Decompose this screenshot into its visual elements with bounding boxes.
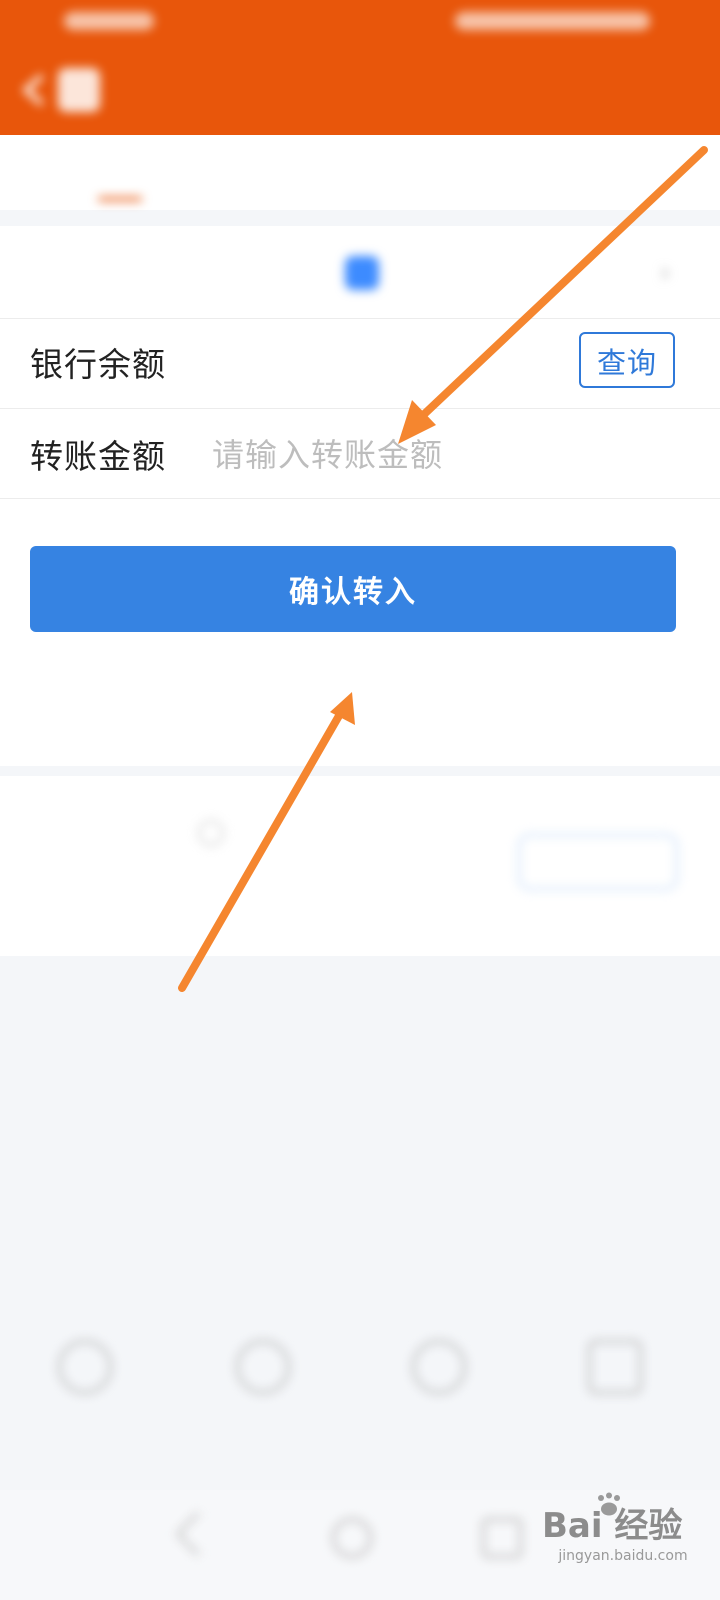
- tab-transfer-out[interactable]: [290, 153, 410, 193]
- nav-recent-icon[interactable]: [482, 1518, 522, 1558]
- transfer-out-row[interactable]: ›: [0, 226, 720, 319]
- app-logo-icon: [58, 68, 100, 112]
- page-title: [280, 52, 440, 86]
- shortcut-item[interactable]: [548, 1320, 688, 1460]
- active-tab-indicator: [98, 197, 142, 201]
- nav-home-icon[interactable]: [332, 1518, 372, 1558]
- transfer-amount-label: 转账金额: [30, 437, 166, 476]
- nav-back-icon[interactable]: [175, 1511, 221, 1557]
- transfer-amount-input[interactable]: [210, 426, 694, 484]
- query-balance-button[interactable]: 查询: [579, 332, 675, 388]
- page-subtitle: [310, 94, 410, 118]
- tab-transfer-in[interactable]: [60, 153, 180, 193]
- tab-query[interactable]: [530, 153, 650, 193]
- shortcut-bar: [0, 1320, 720, 1470]
- help-icon[interactable]: [198, 820, 224, 846]
- bank-balance-row: 银行余额 查询: [0, 318, 720, 409]
- shortcut-item[interactable]: [196, 1320, 336, 1460]
- back-arrow-icon[interactable]: [16, 70, 56, 110]
- shortcut-item[interactable]: [372, 1320, 512, 1460]
- status-bar: [0, 0, 720, 48]
- help-center-icon: [412, 1340, 466, 1394]
- bank-balance-label: 银行余额: [30, 345, 166, 384]
- app-header: [0, 0, 720, 135]
- shortcut-item[interactable]: [18, 1320, 158, 1460]
- status-right: [455, 12, 655, 36]
- transfer-form: › 银行余额 查询 转账金额 确认转入: [0, 226, 720, 766]
- chat-icon: [236, 1340, 290, 1394]
- tab-bar: [0, 135, 720, 210]
- account-card: [0, 776, 720, 956]
- feedback-icon: [588, 1340, 642, 1394]
- account-action-button[interactable]: [518, 834, 678, 890]
- phone-icon: [58, 1340, 112, 1394]
- bank-badge-icon: [345, 256, 379, 290]
- confirm-transfer-in-button[interactable]: 确认转入: [30, 546, 676, 632]
- transfer-amount-row: 转账金额: [0, 408, 720, 499]
- baidu-jingyan-watermark: Bai 经验 jingyan.baidu.com: [538, 1490, 708, 1580]
- chevron-right-icon: ›: [660, 258, 671, 288]
- status-left: [64, 12, 160, 36]
- paw-icon: [598, 1492, 620, 1516]
- watermark-url: jingyan.baidu.com: [558, 1548, 688, 1564]
